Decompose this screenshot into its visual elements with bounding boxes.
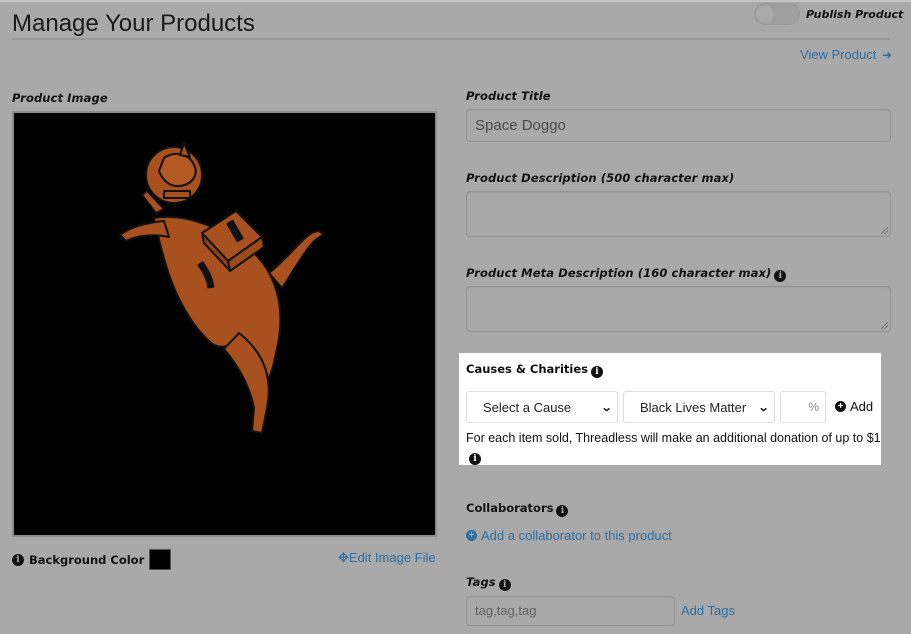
info-icon[interactable]: i: [469, 453, 481, 465]
meta-description-textarea[interactable]: [466, 286, 891, 332]
dog-collar: [163, 190, 191, 199]
plus-circle-icon: +: [835, 401, 846, 412]
publish-toggle[interactable]: [754, 3, 800, 25]
product-title-input[interactable]: Space Doggo: [466, 109, 891, 142]
cause-select[interactable]: Select a Cause ⌄: [466, 391, 618, 423]
product-image-label: Product Image: [12, 91, 108, 105]
charity-select-value: Black Lives Matter: [640, 399, 747, 415]
view-product-link[interactable]: View Product ➜: [800, 47, 892, 62]
collaborators-label-text: Collaborators: [466, 501, 554, 515]
info-icon[interactable]: i: [498, 579, 511, 591]
top-strip: [0, 0, 911, 2]
resize-handle[interactable]: [881, 322, 888, 329]
view-product-label: View Product: [799, 47, 877, 62]
add-cause-label: Add: [850, 399, 874, 414]
sign-in-icon: ➜: [881, 48, 892, 62]
edit-image-link[interactable]: ✥Edit Image File: [338, 550, 436, 566]
publish-label: Publish Product: [806, 8, 904, 21]
product-image: [12, 111, 437, 537]
product-description-textarea[interactable]: [466, 191, 891, 237]
space-doggo-artwork: [119, 142, 325, 434]
causes-title-text: Causes & Charities: [466, 362, 588, 376]
add-collaborator-link[interactable]: + Add a collaborator to this product: [466, 528, 672, 543]
add-tags-link[interactable]: Add Tags: [681, 603, 735, 618]
chevron-down-icon: ⌄: [600, 401, 613, 414]
tags-label-text: Tags: [466, 575, 496, 589]
meta-description-label-text: Product Meta Description (160 character …: [466, 266, 772, 280]
causes-charities-panel: Causes & Charities i Select a Cause ⌄ Bla…: [459, 353, 881, 465]
tags-label: Tags i: [466, 575, 511, 591]
cause-select-value: Select a Cause: [483, 399, 572, 415]
causes-charities-title: Causes & Charities i: [466, 362, 603, 378]
plus-circle-icon: +: [466, 530, 477, 541]
meta-description-label: Product Meta Description (160 character …: [466, 266, 787, 282]
background-color-row: i Background Color: [12, 549, 172, 570]
resize-handle[interactable]: [881, 227, 888, 234]
add-cause-button[interactable]: + Add: [835, 399, 873, 414]
dog-tail: [268, 230, 325, 289]
edit-image-label: Edit Image File: [348, 550, 436, 565]
charity-select[interactable]: Black Lives Matter ⌄: [623, 391, 775, 423]
collaborators-label: Collaborators i: [466, 501, 569, 517]
move-arrows-icon: ✥: [338, 550, 349, 565]
info-icon[interactable]: i: [591, 366, 603, 378]
tags-input[interactable]: tag,tag,tag: [466, 596, 675, 626]
title-divider: [12, 38, 890, 40]
page-title: Manage Your Products: [12, 10, 255, 37]
info-icon[interactable]: i: [12, 553, 24, 566]
donation-note: For each item sold, Threadless will make…: [466, 431, 881, 445]
add-collaborator-label: Add a collaborator to this product: [481, 528, 672, 543]
product-title-label: Product Title: [466, 89, 551, 103]
info-icon[interactable]: i: [556, 505, 569, 517]
background-color-label: Background Color: [29, 552, 145, 567]
chevron-down-icon: ⌄: [757, 401, 770, 414]
info-icon[interactable]: i: [774, 270, 787, 282]
toggle-knob[interactable]: [756, 5, 774, 23]
dog-head: [158, 152, 197, 188]
percent-input[interactable]: %: [780, 391, 826, 423]
product-description-label: Product Description (500 character max): [466, 171, 735, 185]
background-color-swatch[interactable]: [149, 549, 172, 570]
donation-info: i: [469, 447, 481, 465]
